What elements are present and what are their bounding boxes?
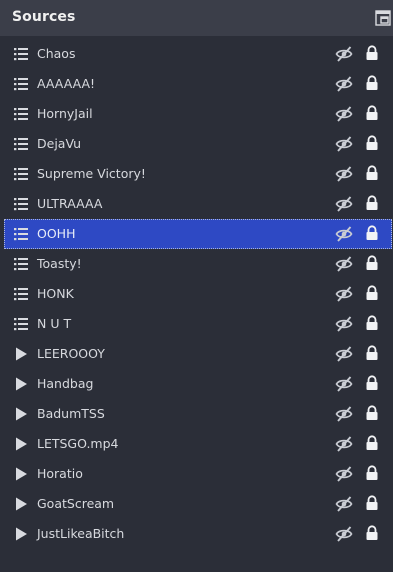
visibility-hidden-icon[interactable] [335, 375, 353, 393]
visibility-hidden-icon[interactable] [335, 195, 353, 213]
lock-icon[interactable] [365, 285, 379, 301]
lock-icon[interactable] [365, 345, 379, 361]
media-play-icon [16, 437, 27, 451]
source-item-dejavu[interactable]: DejaVu [4, 129, 392, 159]
visibility-hidden-icon[interactable] [335, 105, 353, 123]
source-item-n-u-t[interactable]: N U T [4, 309, 392, 339]
lock-icon[interactable] [365, 135, 379, 151]
media-play-icon [16, 347, 27, 361]
source-label: OOHH [37, 226, 76, 241]
lock-icon[interactable] [365, 165, 379, 181]
source-label: BadumTSS [37, 406, 105, 421]
source-item-badumtss[interactable]: BadumTSS [4, 399, 392, 429]
source-label: LETSGO.mp4 [37, 436, 119, 451]
group-list-icon [14, 288, 28, 301]
lock-icon[interactable] [365, 495, 379, 511]
group-list-icon [14, 318, 28, 331]
source-label: Handbag [37, 376, 94, 391]
source-label: HornyJail [37, 106, 93, 121]
visibility-hidden-icon[interactable] [335, 405, 353, 423]
source-item-leeroooy[interactable]: LEEROOOY [4, 339, 392, 369]
source-item-supreme-victory[interactable]: Supreme Victory! [4, 159, 392, 189]
lock-icon[interactable] [365, 105, 379, 121]
group-list-icon [14, 168, 28, 181]
group-list-icon [14, 78, 28, 91]
source-item-oohh[interactable]: OOHH [4, 219, 392, 249]
source-item-ultraaaa[interactable]: ULTRAAAA [4, 189, 392, 219]
lock-icon[interactable] [365, 525, 379, 541]
media-play-icon [16, 377, 27, 391]
dock-title: Sources [12, 9, 76, 25]
source-label: DejaVu [37, 136, 82, 151]
source-label: JustLikeaBitch [37, 526, 125, 541]
group-list-icon [14, 138, 28, 151]
group-list-icon [14, 48, 28, 61]
source-item-aaaaaa[interactable]: AAAAAA! [4, 69, 392, 99]
lock-icon[interactable] [365, 255, 379, 271]
lock-icon[interactable] [365, 195, 379, 211]
lock-icon[interactable] [365, 435, 379, 451]
visibility-hidden-icon[interactable] [335, 75, 353, 93]
visibility-hidden-icon[interactable] [335, 165, 353, 183]
visibility-hidden-icon[interactable] [335, 465, 353, 483]
lock-icon[interactable] [365, 45, 379, 61]
source-label: Horatio [37, 466, 83, 481]
source-list: Chaos AAAAAA! HornyJail DejaVu Supreme Victo… [4, 39, 392, 549]
lock-icon[interactable] [365, 375, 379, 391]
group-list-icon [14, 198, 28, 211]
source-label: Supreme Victory! [37, 166, 146, 181]
source-item-chaos[interactable]: Chaos [4, 39, 392, 69]
group-list-icon [14, 108, 28, 121]
visibility-hidden-icon[interactable] [335, 435, 353, 453]
lock-icon[interactable] [365, 465, 379, 481]
source-item-handbag[interactable]: Handbag [4, 369, 392, 399]
lock-icon[interactable] [365, 405, 379, 421]
sources-dock-header: Sources [0, 0, 393, 36]
media-play-icon [16, 407, 27, 421]
undock-icon[interactable] [375, 10, 391, 26]
source-label: HONK [37, 286, 74, 301]
group-list-icon [14, 228, 28, 241]
visibility-hidden-icon[interactable] [335, 345, 353, 363]
visibility-hidden-icon[interactable] [335, 315, 353, 333]
lock-icon[interactable] [365, 75, 379, 91]
source-item-letsgo-mp4[interactable]: LETSGO.mp4 [4, 429, 392, 459]
source-label: LEEROOOY [37, 346, 105, 361]
source-label: AAAAAA! [37, 76, 96, 91]
visibility-hidden-icon[interactable] [335, 135, 353, 153]
visibility-hidden-icon[interactable] [335, 225, 353, 243]
source-item-toasty[interactable]: Toasty! [4, 249, 392, 279]
source-label: Chaos [37, 46, 76, 61]
lock-icon[interactable] [365, 315, 379, 331]
visibility-hidden-icon[interactable] [335, 45, 353, 63]
source-item-hornyjail[interactable]: HornyJail [4, 99, 392, 129]
visibility-hidden-icon[interactable] [335, 255, 353, 273]
sources-panel: Chaos AAAAAA! HornyJail DejaVu Supreme Victo… [0, 36, 393, 572]
source-item-goatscream[interactable]: GoatScream [4, 489, 392, 519]
source-item-honk[interactable]: HONK [4, 279, 392, 309]
source-label: GoatScream [37, 496, 115, 511]
media-play-icon [16, 527, 27, 541]
lock-icon[interactable] [365, 225, 379, 241]
group-list-icon [14, 258, 28, 271]
visibility-hidden-icon[interactable] [335, 525, 353, 543]
source-item-justlikeabitch[interactable]: JustLikeaBitch [4, 519, 392, 549]
visibility-hidden-icon[interactable] [335, 285, 353, 303]
source-label: ULTRAAAA [37, 196, 103, 211]
visibility-hidden-icon[interactable] [335, 495, 353, 513]
source-item-horatio[interactable]: Horatio [4, 459, 392, 489]
media-play-icon [16, 467, 27, 481]
source-label: N U T [37, 316, 72, 331]
media-play-icon [16, 497, 27, 511]
source-label: Toasty! [37, 256, 82, 271]
